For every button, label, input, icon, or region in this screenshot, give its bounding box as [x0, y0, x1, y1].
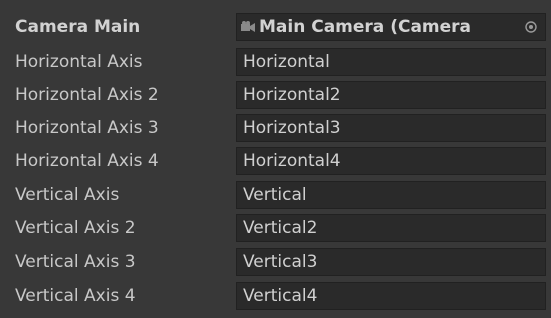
axis-value: Horizontal — [243, 52, 330, 72]
axis-label: Vertical Axis 4 — [15, 286, 136, 306]
axis-value: Vertical4 — [243, 286, 318, 306]
axis-row: Vertical Axis 4 Vertical4 — [0, 279, 551, 313]
axis-label: Horizontal Axis 3 — [15, 118, 159, 138]
axis-value: Vertical — [243, 185, 307, 205]
axis-label: Horizontal Axis 4 — [15, 151, 159, 171]
axis-value: Horizontal4 — [243, 151, 341, 171]
object-picker-button[interactable] — [517, 14, 545, 40]
camera-object-value: Main Camera (Camera — [259, 17, 472, 37]
axis-input[interactable]: Horizontal4 — [236, 147, 546, 175]
axis-label: Vertical Axis — [15, 185, 120, 205]
axis-input[interactable]: Vertical4 — [236, 282, 546, 310]
camera-main-label: Camera Main — [15, 17, 141, 37]
camera-main-row: Camera Main Main Camera (Camera — [0, 10, 551, 44]
axis-input[interactable]: Vertical — [236, 181, 546, 209]
axis-value: Horizontal2 — [243, 85, 341, 105]
camera-icon — [241, 21, 255, 32]
axis-row: Horizontal Axis 4 Horizontal4 — [0, 144, 551, 178]
inspector-panel: Camera Main Main Camera (Camera Horizont… — [0, 0, 551, 318]
axis-label: Vertical Axis 3 — [15, 252, 136, 272]
axis-label: Horizontal Axis 2 — [15, 85, 159, 105]
axis-label: Horizontal Axis — [15, 52, 143, 72]
axis-row: Vertical Axis Vertical — [0, 178, 551, 212]
object-picker-icon — [525, 21, 537, 33]
axis-row: Horizontal Axis 2 Horizontal2 — [0, 78, 551, 112]
axis-value: Vertical2 — [243, 218, 318, 238]
axis-row: Vertical Axis 2 Vertical2 — [0, 211, 551, 245]
camera-object-field[interactable]: Main Camera (Camera — [236, 13, 546, 41]
axis-row: Horizontal Axis Horizontal — [0, 45, 551, 79]
axis-input[interactable]: Horizontal — [236, 48, 546, 76]
axis-input[interactable]: Vertical3 — [236, 248, 546, 276]
axis-row: Horizontal Axis 3 Horizontal3 — [0, 111, 551, 145]
axis-input[interactable]: Horizontal3 — [236, 114, 546, 142]
axis-row: Vertical Axis 3 Vertical3 — [0, 245, 551, 279]
axis-input[interactable]: Vertical2 — [236, 214, 546, 242]
axis-value: Vertical3 — [243, 252, 318, 272]
axis-value: Horizontal3 — [243, 118, 341, 138]
axis-input[interactable]: Horizontal2 — [236, 81, 546, 109]
axis-label: Vertical Axis 2 — [15, 218, 136, 238]
